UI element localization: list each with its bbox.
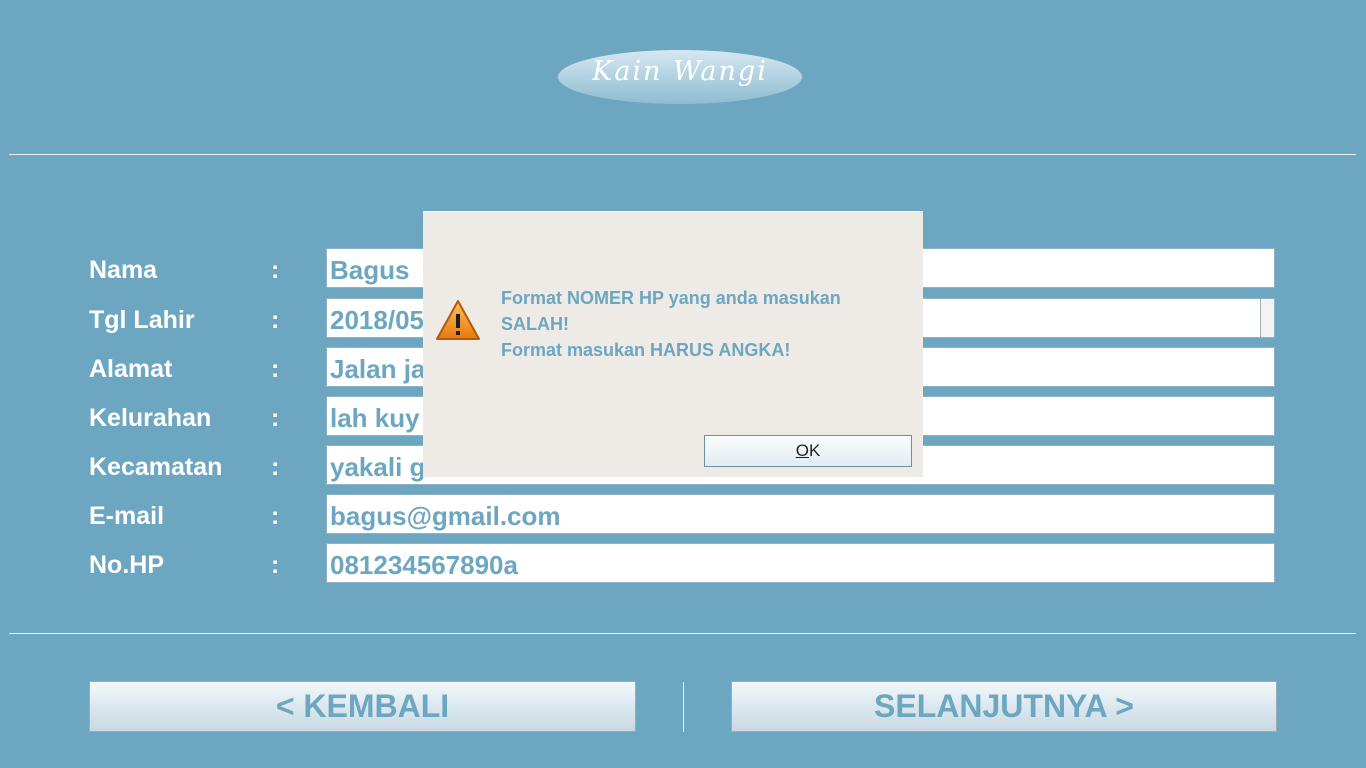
ok-button[interactable]: OK — [704, 435, 912, 467]
dialog-message-line-3: Format masukan HARUS ANGKA! — [501, 340, 791, 360]
colon: : — [271, 453, 280, 481]
email-field[interactable]: bagus@gmail.com — [326, 494, 1275, 534]
bottom-divider — [9, 633, 1356, 634]
row-no-hp: No.HP : 081234567890a — [0, 543, 1366, 587]
alamat-label: Alamat — [89, 355, 173, 383]
no-hp-field[interactable]: 081234567890a — [326, 543, 1275, 583]
colon: : — [271, 355, 280, 383]
warning-icon — [435, 298, 481, 347]
date-spinner-button[interactable] — [1260, 299, 1274, 337]
colon: : — [271, 551, 280, 579]
dialog-message-line-2: SALAH! — [501, 314, 569, 334]
tgl-lahir-value: 2018/05 — [330, 305, 424, 335]
button-separator — [683, 682, 684, 732]
ok-button-label: K — [808, 441, 821, 460]
no-hp-label: No.HP — [89, 551, 164, 579]
email-label: E-mail — [89, 502, 165, 530]
tgl-lahir-label: Tgl Lahir — [89, 306, 195, 334]
colon: : — [271, 404, 280, 432]
kembali-button[interactable]: < KEMBALI — [89, 681, 636, 732]
selanjutnya-button[interactable]: SELANJUTNYA > — [731, 681, 1277, 732]
dialog-message: Format NOMER HP yang anda masukan SALAH!… — [501, 285, 901, 363]
colon: : — [271, 502, 280, 530]
row-email: E-mail : bagus@gmail.com — [0, 494, 1366, 538]
colon: : — [271, 306, 280, 334]
kecamatan-label: Kecamatan — [89, 453, 223, 481]
logo: Kain Wangi — [557, 48, 803, 106]
kelurahan-label: Kelurahan — [89, 404, 212, 432]
error-dialog: Format NOMER HP yang anda masukan SALAH!… — [423, 211, 923, 477]
dialog-message-line-1: Format NOMER HP yang anda masukan — [501, 288, 841, 308]
top-divider — [9, 154, 1356, 155]
colon: : — [271, 256, 280, 284]
nama-label: Nama — [89, 256, 158, 284]
logo-text: Kain Wangi — [592, 56, 768, 87]
ok-button-mnemonic: O — [795, 441, 809, 460]
